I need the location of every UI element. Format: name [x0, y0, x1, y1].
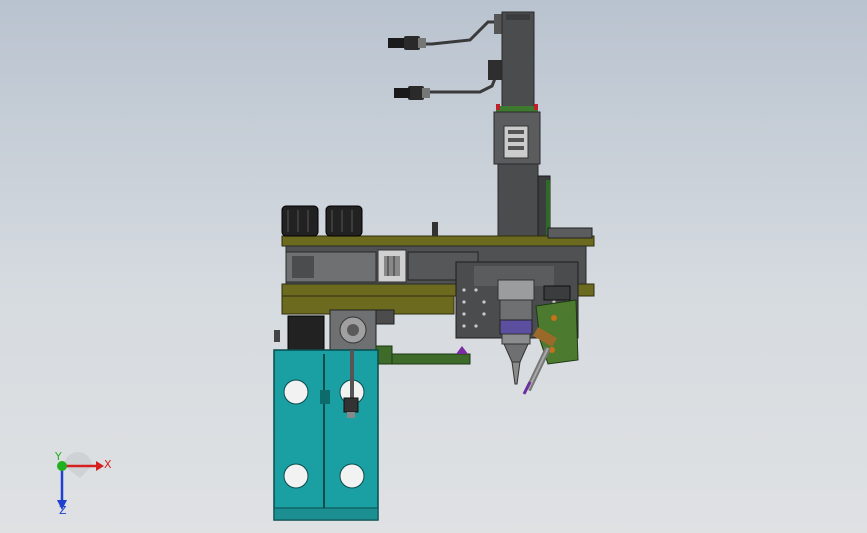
dispensing-spindle	[497, 279, 535, 385]
drive-pulleys	[281, 205, 363, 237]
coordinate-triad: X Y Z	[54, 450, 112, 517]
x-axis-motor	[285, 249, 479, 283]
teal-base	[273, 349, 379, 521]
cable-assembly-lower	[394, 60, 502, 100]
x-axis-label: X	[104, 458, 112, 471]
sensor-arm	[375, 345, 471, 365]
cad-viewport[interactable]: X Y Z	[0, 0, 867, 533]
cable-assembly-upper	[388, 14, 504, 50]
z-axis-label: Z	[59, 504, 67, 517]
z-axis-servo-motor	[496, 11, 538, 112]
y-axis-label: Y	[54, 450, 62, 463]
cad-model-view[interactable]: X Y Z	[0, 0, 867, 533]
